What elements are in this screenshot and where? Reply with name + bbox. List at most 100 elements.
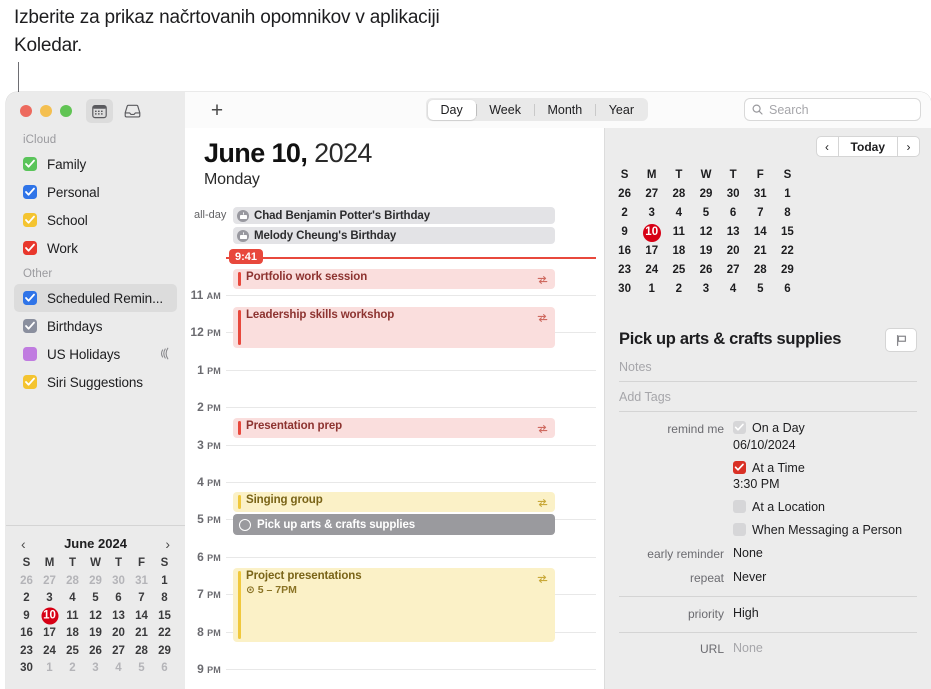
mini-calendar-day[interactable]: 27 <box>107 643 130 661</box>
flag-icon[interactable] <box>885 328 917 352</box>
on-a-day-option[interactable]: On a Day <box>733 421 805 435</box>
mini-calendar-day[interactable]: 14 <box>747 223 774 242</box>
mini-calendar-day[interactable]: 24 <box>638 261 665 280</box>
mini-calendar-day[interactable]: 31 <box>747 185 774 204</box>
today-button[interactable]: Today <box>838 136 897 157</box>
mini-calendar-day[interactable]: 26 <box>84 643 107 661</box>
inbox-tray-icon[interactable] <box>119 99 146 123</box>
calendar-checkbox[interactable] <box>23 319 37 333</box>
mini-calendar-day[interactable]: 28 <box>130 643 153 661</box>
mini-calendar-day[interactable]: 3 <box>692 280 719 299</box>
mini-calendar-day[interactable]: 20 <box>107 625 130 643</box>
mini-calendar-day[interactable]: 29 <box>774 261 801 280</box>
mini-calendar-day[interactable]: 23 <box>611 261 638 280</box>
calendar-checkbox[interactable] <box>23 213 37 227</box>
sidebar-item-birthdays[interactable]: Birthdays <box>6 312 185 340</box>
mini-calendar-day[interactable]: 30 <box>107 573 130 591</box>
calendar-checkbox[interactable] <box>23 185 37 199</box>
mini-calendar-day[interactable]: 3 <box>38 590 61 608</box>
calendar-event[interactable]: Singing group <box>233 492 555 512</box>
mini-calendar-day[interactable]: 3 <box>84 660 107 678</box>
tab-week[interactable]: Week <box>476 100 534 120</box>
next-day-button[interactable]: › <box>897 136 920 157</box>
notes-field[interactable]: Notes <box>619 352 917 382</box>
sidebar-item-siri-suggestions[interactable]: Siri Suggestions <box>6 368 185 396</box>
calendar-event[interactable]: Portfolio work session <box>233 269 555 289</box>
mini-calendar-day[interactable]: 30 <box>611 280 638 299</box>
mini-calendar-day[interactable]: 2 <box>611 204 638 223</box>
mini-calendar-day[interactable]: 19 <box>692 242 719 261</box>
mini-calendar-day[interactable]: 27 <box>720 261 747 280</box>
mini-calendar-day[interactable]: 25 <box>61 643 84 661</box>
mini-calendar-day[interactable]: 26 <box>15 573 38 591</box>
calendar-checkbox[interactable] <box>23 375 37 389</box>
mini-calendar-day[interactable]: 17 <box>638 242 665 261</box>
reminder-chip[interactable]: Pick up arts & crafts supplies <box>233 514 555 535</box>
mini-calendar-day[interactable]: 30 <box>720 185 747 204</box>
mini-calendar-day[interactable]: 5 <box>84 590 107 608</box>
when-messaging-option[interactable]: When Messaging a Person <box>733 523 902 537</box>
mini-calendar-day[interactable]: 17 <box>38 625 61 643</box>
prev-day-button[interactable]: ‹ <box>815 136 839 157</box>
mini-calendar-day[interactable]: 6 <box>774 280 801 299</box>
mini-calendar-day[interactable]: 22 <box>153 625 176 643</box>
mini-calendar-day[interactable]: 1 <box>774 185 801 204</box>
mini-calendar-day[interactable]: 26 <box>611 185 638 204</box>
mini-calendar-day[interactable]: 2 <box>665 280 692 299</box>
mini-calendar-day[interactable]: 3 <box>638 204 665 223</box>
mini-calendar-day[interactable]: 8 <box>774 204 801 223</box>
sidebar-item-family[interactable]: Family <box>6 150 185 178</box>
tab-year[interactable]: Year <box>596 100 647 120</box>
mini-calendar-day[interactable]: 10 <box>38 607 61 626</box>
mini-calendar-day[interactable]: 30 <box>15 660 38 678</box>
tab-month[interactable]: Month <box>534 100 595 120</box>
mini-calendar-day[interactable]: 20 <box>720 242 747 261</box>
search-field[interactable]: Search <box>744 98 921 121</box>
mini-calendar-day[interactable]: 15 <box>153 608 176 626</box>
mini-calendar-day[interactable]: 7 <box>130 590 153 608</box>
at-a-location-checkbox[interactable] <box>733 500 746 513</box>
mini-calendar-day[interactable]: 13 <box>107 608 130 626</box>
mini-calendar-day[interactable]: 28 <box>747 261 774 280</box>
mini-calendar-day[interactable]: 12 <box>84 608 107 626</box>
close-button[interactable] <box>20 105 32 117</box>
mini-calendar-day[interactable]: 10 <box>638 223 665 242</box>
tags-field[interactable]: Add Tags <box>619 382 917 412</box>
mini-calendar-day[interactable]: 6 <box>107 590 130 608</box>
mini-calendar-day[interactable]: 26 <box>692 261 719 280</box>
calendar-event[interactable]: Leadership skills workshop <box>233 307 555 348</box>
mini-calendar-day[interactable]: 4 <box>61 590 84 608</box>
sidebar-item-work[interactable]: Work <box>6 234 185 262</box>
at-a-time-value[interactable]: 3:30 PM <box>619 475 917 491</box>
mini-calendar-day[interactable]: 29 <box>153 643 176 661</box>
mini-calendar-day[interactable]: 4 <box>107 660 130 678</box>
inspector-mini-calendar-grid[interactable]: S M T W T F S 26 27 28 29 30 31 1 2 3 4 5 6 7 8 9 10 11 12 13 14 15… <box>605 166 801 299</box>
reminder-complete-circle[interactable] <box>239 518 251 531</box>
mini-calendar-day[interactable]: 7 <box>747 204 774 223</box>
when-messaging-checkbox[interactable] <box>733 523 746 536</box>
calendar-event[interactable]: Project presentations ⊙ 5 – 7PM <box>233 568 555 642</box>
mini-calendar-day[interactable]: 12 <box>692 223 719 242</box>
maximize-button[interactable] <box>60 105 72 117</box>
sidebar-item-school[interactable]: School <box>6 206 185 234</box>
mini-calendar-day[interactable]: 29 <box>84 573 107 591</box>
mini-calendar-grid[interactable]: S M T W T F S 26 27 28 29 30 31 1 2 3 4 5 6 7 8 9 10 11 12 13 14 15… <box>6 553 185 678</box>
calendar-event[interactable]: Presentation prep <box>233 418 555 438</box>
tab-day[interactable]: Day <box>427 99 476 120</box>
mini-calendar-day[interactable]: 28 <box>61 573 84 591</box>
at-a-location-option[interactable]: At a Location <box>733 500 825 514</box>
date-nav[interactable]: ‹ Today › <box>815 136 920 157</box>
mini-calendar-day[interactable]: 21 <box>130 625 153 643</box>
mini-calendar-day[interactable]: 1 <box>153 573 176 591</box>
calendar-checkbox[interactable] <box>23 347 37 361</box>
repeat-value[interactable]: Never <box>733 570 766 584</box>
mini-calendar-day[interactable]: 4 <box>720 280 747 299</box>
mini-calendar-day[interactable]: 5 <box>692 204 719 223</box>
mini-calendar-day[interactable]: 14 <box>130 608 153 626</box>
mini-calendar-day[interactable]: 13 <box>720 223 747 242</box>
mini-calendar-day[interactable]: 5 <box>130 660 153 678</box>
mini-calendar-day[interactable]: 8 <box>153 590 176 608</box>
mini-calendar-day[interactable]: 2 <box>15 590 38 608</box>
mini-calendar-day[interactable]: 18 <box>665 242 692 261</box>
sidebar-item-scheduled-remin[interactable]: Scheduled Remin... <box>14 284 177 312</box>
